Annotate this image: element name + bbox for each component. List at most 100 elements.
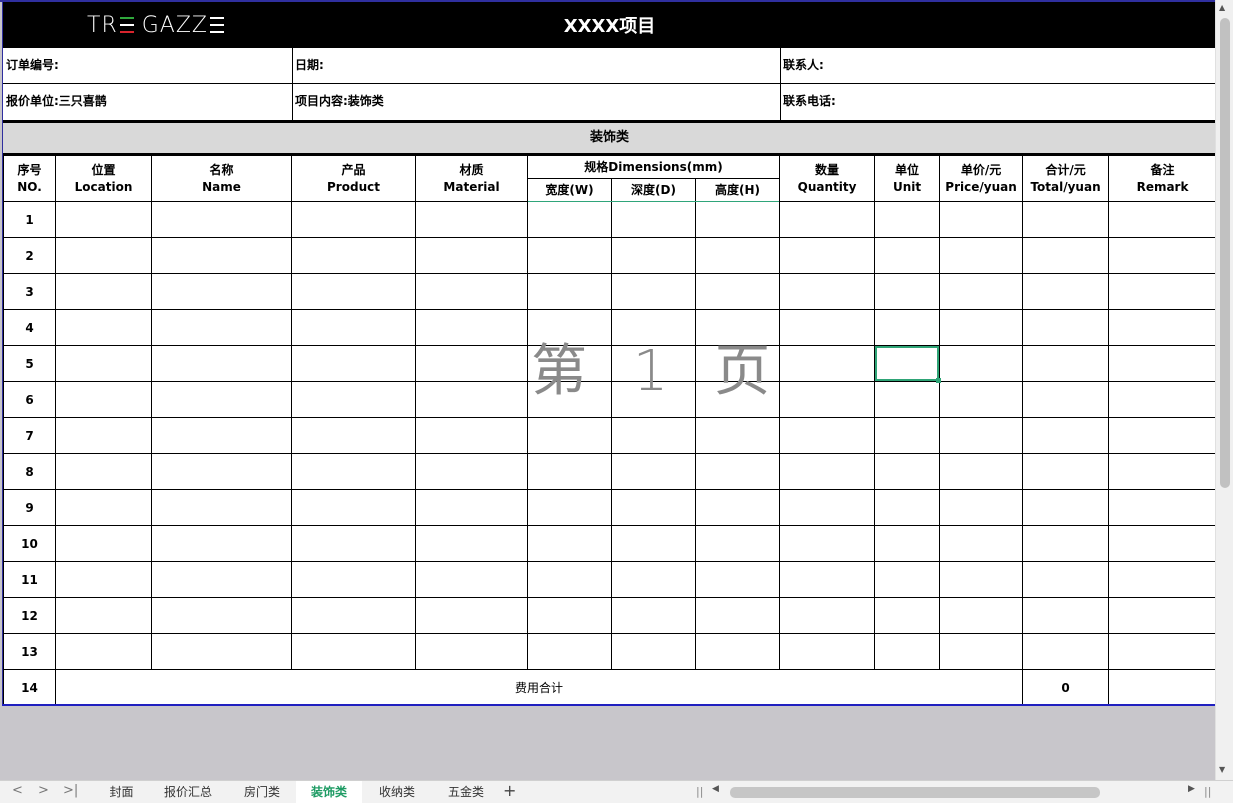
contact-cell[interactable]: 联系人:: [780, 48, 1216, 83]
col-material[interactable]: 材质 Material: [415, 155, 528, 202]
table-cell[interactable]: [611, 453, 696, 490]
table-cell[interactable]: [694, 417, 781, 454]
table-cell[interactable]: [694, 561, 781, 598]
table-cell[interactable]: [415, 561, 528, 598]
table-cell[interactable]: [939, 453, 1024, 490]
table-cell[interactable]: [1108, 309, 1218, 346]
table-cell[interactable]: [1108, 561, 1218, 598]
row-number[interactable]: 1: [3, 201, 56, 238]
table-cell[interactable]: [939, 345, 1024, 382]
table-cell[interactable]: [694, 453, 781, 490]
table-cell[interactable]: [415, 633, 528, 670]
scroll-left-icon[interactable]: ◀: [712, 784, 719, 794]
resize-grip-icon[interactable]: ||: [1204, 785, 1211, 798]
table-cell[interactable]: [151, 345, 292, 382]
table-cell[interactable]: [291, 345, 416, 382]
sheet-tab[interactable]: 五金类: [432, 781, 500, 803]
table-cell[interactable]: [291, 597, 416, 634]
table-cell[interactable]: [415, 489, 528, 526]
table-cell[interactable]: [611, 489, 696, 526]
table-cell[interactable]: [55, 633, 152, 670]
table-cell[interactable]: [939, 633, 1024, 670]
table-cell[interactable]: [939, 525, 1024, 562]
scroll-up-icon[interactable]: ▲: [1219, 3, 1225, 12]
table-cell[interactable]: [779, 489, 876, 526]
table-cell[interactable]: [1022, 381, 1110, 418]
table-cell[interactable]: [779, 633, 876, 670]
selected-cell[interactable]: [875, 346, 941, 383]
col-remark[interactable]: 备注 Remark: [1108, 155, 1218, 202]
table-cell[interactable]: [151, 309, 292, 346]
table-cell[interactable]: [939, 417, 1024, 454]
table-cell[interactable]: [415, 453, 528, 490]
table-cell[interactable]: [1022, 345, 1110, 382]
order-number-cell[interactable]: 订单编号:: [3, 48, 292, 83]
table-cell[interactable]: [415, 237, 528, 274]
table-cell[interactable]: [779, 237, 876, 274]
col-name[interactable]: 名称 Name: [151, 155, 292, 202]
table-cell[interactable]: [1108, 453, 1218, 490]
table-cell[interactable]: [151, 417, 292, 454]
table-cell[interactable]: [415, 525, 528, 562]
table-cell[interactable]: [55, 453, 152, 490]
col-depth[interactable]: 深度(D): [611, 178, 696, 202]
sheet-tab[interactable]: 房门类: [229, 781, 295, 803]
table-cell[interactable]: [415, 417, 528, 454]
quote-unit-cell[interactable]: 报价单位:三只喜鹊: [3, 84, 292, 119]
row-number[interactable]: 13: [3, 633, 56, 670]
table-cell[interactable]: [55, 525, 152, 562]
total-row-number[interactable]: 14: [3, 669, 56, 706]
table-cell[interactable]: [1022, 309, 1110, 346]
col-height[interactable]: 高度(H): [694, 178, 781, 202]
last-sheet-icon[interactable]: >|: [63, 783, 78, 798]
table-cell[interactable]: [1108, 201, 1218, 238]
col-price[interactable]: 单价/元 Price/yuan: [939, 155, 1024, 202]
table-cell[interactable]: [874, 561, 941, 598]
table-cell[interactable]: [415, 273, 528, 310]
table-cell[interactable]: [151, 633, 292, 670]
phone-cell[interactable]: 联系电话:: [780, 84, 1216, 119]
vertical-scrollbar[interactable]: ▲ ▼: [1215, 0, 1233, 780]
scroll-down-icon[interactable]: ▼: [1219, 765, 1225, 774]
col-width[interactable]: 宽度(W): [527, 178, 612, 202]
table-cell[interactable]: [939, 489, 1024, 526]
table-cell[interactable]: [1022, 273, 1110, 310]
table-cell[interactable]: [55, 417, 152, 454]
col-no[interactable]: 序号 NO.: [3, 155, 56, 202]
row-number[interactable]: 10: [3, 525, 56, 562]
table-cell[interactable]: [291, 489, 416, 526]
first-sheet-icon[interactable]: <: [12, 783, 23, 798]
table-cell[interactable]: [1022, 453, 1110, 490]
row-number[interactable]: 6: [3, 381, 56, 418]
table-cell[interactable]: [939, 381, 1024, 418]
table-cell[interactable]: [779, 597, 876, 634]
table-cell[interactable]: [939, 273, 1024, 310]
table-cell[interactable]: [527, 489, 612, 526]
table-cell[interactable]: [694, 237, 781, 274]
sheet-tab[interactable]: 收纳类: [364, 781, 430, 803]
table-cell[interactable]: [415, 345, 528, 382]
table-cell[interactable]: [1022, 417, 1110, 454]
table-cell[interactable]: [151, 201, 292, 238]
table-cell[interactable]: [291, 381, 416, 418]
table-cell[interactable]: [55, 381, 152, 418]
table-cell[interactable]: [874, 273, 941, 310]
table-cell[interactable]: [1108, 381, 1218, 418]
table-cell[interactable]: [779, 561, 876, 598]
table-cell[interactable]: [939, 201, 1024, 238]
table-cell[interactable]: [611, 633, 696, 670]
table-cell[interactable]: [55, 597, 152, 634]
table-cell[interactable]: [1022, 489, 1110, 526]
row-number[interactable]: 4: [3, 309, 56, 346]
table-cell[interactable]: [415, 309, 528, 346]
table-cell[interactable]: [874, 597, 941, 634]
table-cell[interactable]: [55, 561, 152, 598]
col-product[interactable]: 产品 Product: [291, 155, 416, 202]
total-label[interactable]: 费用合计: [54, 669, 1024, 706]
table-cell[interactable]: [779, 345, 876, 382]
table-cell[interactable]: [694, 525, 781, 562]
table-cell[interactable]: [527, 273, 612, 310]
table-cell[interactable]: [874, 453, 941, 490]
table-cell[interactable]: [874, 417, 941, 454]
sheet-tab[interactable]: 封面: [94, 781, 149, 803]
